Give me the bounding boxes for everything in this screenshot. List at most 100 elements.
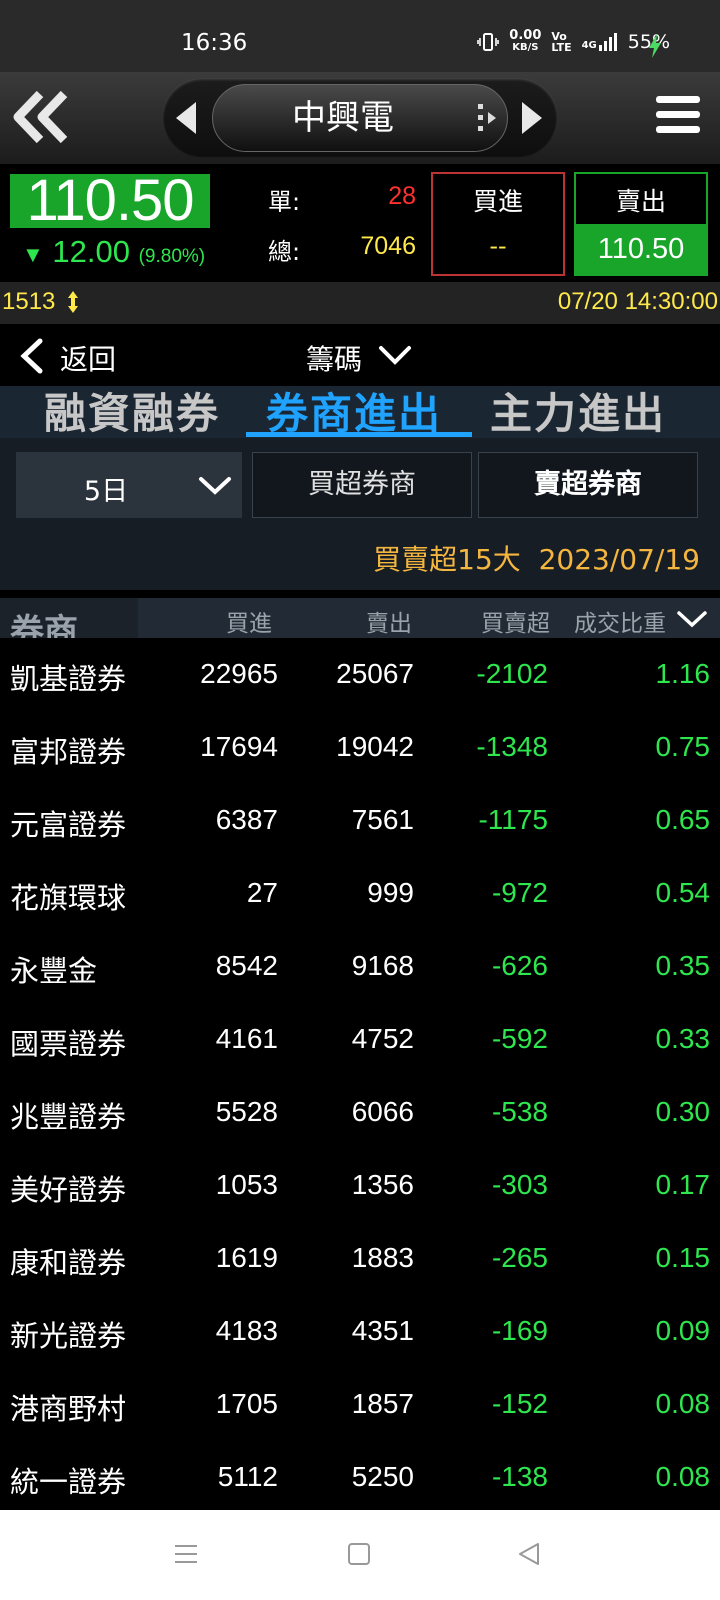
tab-margin-trading[interactable]: 融資融券: [44, 390, 220, 438]
app-header: 中興電: [0, 72, 720, 164]
table-row[interactable]: 凱基證券 22965 25067 -2102 1.16: [0, 638, 720, 712]
caption-title: 買賣超15大: [373, 543, 521, 576]
volume-ratio: 0.09: [655, 1315, 711, 1346]
back-chevron-icon[interactable]: [18, 338, 44, 374]
change-value: 12.00: [52, 234, 130, 269]
volume-ratio: 0.08: [655, 1461, 711, 1492]
volume-ratio: 1.16: [655, 658, 711, 689]
signal-icon: 4G: [582, 33, 618, 51]
sell-volume: 7561: [351, 804, 414, 835]
sell-column-header[interactable]: 賣出: [290, 604, 412, 638]
sell-label: 賣出: [615, 187, 666, 216]
recent-apps-icon[interactable]: [172, 1540, 200, 1568]
next-stock-icon[interactable]: [522, 102, 542, 134]
sell-volume: 4752: [351, 1023, 414, 1054]
broker-name: 花旗環球: [10, 881, 127, 915]
volte-indicator: Vo LTE: [551, 30, 572, 54]
ratio-column-header[interactable]: 成交比重: [558, 604, 666, 638]
stock-code: 1513: [2, 288, 56, 315]
back-icon[interactable]: [516, 1540, 542, 1568]
sell-volume: 4351: [351, 1315, 414, 1346]
status-time: 16:36: [181, 30, 248, 56]
volume-ratio: 0.75: [655, 731, 711, 762]
tab-broker-flow[interactable]: 券商進出: [266, 390, 442, 438]
net-volume: -265: [491, 1242, 548, 1273]
table-row[interactable]: 新光證券 4183 4351 -169 0.09: [0, 1295, 720, 1369]
chevron-down-icon[interactable]: [676, 610, 708, 628]
net-speed: 0.00 KB/S: [509, 28, 542, 53]
sell-order-button[interactable]: 賣出 110.50: [574, 172, 708, 276]
buy-volume: 6387: [215, 804, 278, 835]
ranking-caption: 買賣超15大 2023/07/19: [373, 538, 700, 578]
broker-name: 美好證券: [10, 1173, 127, 1207]
up-down-arrows-icon: [68, 291, 78, 313]
volume-ratio: 0.30: [655, 1096, 711, 1127]
table-row[interactable]: 元富證券 6387 7561 -1175 0.65: [0, 784, 720, 858]
table-row[interactable]: 國票證券 4161 4752 -592 0.33: [0, 1003, 720, 1077]
sell-top-brokers-button[interactable]: 賣超券商: [478, 452, 698, 518]
volume-ratio: 0.33: [655, 1023, 711, 1054]
net-volume: -169: [491, 1315, 548, 1346]
quote-datetime: 07/20 14:30:00: [557, 288, 718, 315]
net-volume: -592: [491, 1023, 548, 1054]
volume-ratio: 0.65: [655, 804, 711, 835]
filter-panel: 5日 買超券商 賣超券商 買賣超15大 2023/07/19: [0, 438, 720, 590]
single-volume-value: 28: [388, 182, 416, 210]
buy-volume: 27: [246, 877, 278, 908]
buy-volume: 4161: [215, 1023, 278, 1054]
chevron-down-icon[interactable]: [378, 344, 412, 366]
net-column-header[interactable]: 買賣超: [440, 604, 550, 638]
sell-volume: 6066: [351, 1096, 414, 1127]
table-row[interactable]: 康和證券 1619 1883 -265 0.15: [0, 1222, 720, 1296]
buy-order-button[interactable]: 買進 --: [431, 172, 565, 276]
buy-volume: 1619: [215, 1242, 278, 1273]
quote-panel: 110.50 ▼ 12.00 (9.80%) 單: 28 總: 7046 買進 …: [0, 164, 720, 282]
net-volume: -152: [491, 1388, 548, 1419]
buy-volume: 17694: [200, 731, 278, 762]
caption-date: 2023/07/19: [538, 543, 700, 576]
sell-volume: 1356: [351, 1169, 414, 1200]
broker-column-header: 券商: [0, 598, 138, 638]
period-value: 5日: [83, 476, 129, 507]
volume-ratio: 0.08: [655, 1388, 711, 1419]
tab-bar: 融資融券 券商進出 主力進出: [0, 386, 720, 438]
drag-handle-icon[interactable]: [476, 102, 500, 134]
table-row[interactable]: 富邦證券 17694 19042 -1348 0.75: [0, 711, 720, 785]
buy-volume: 22965: [200, 658, 278, 689]
table-header: 券商 買進 賣出 買賣超 成交比重: [0, 598, 720, 638]
chevron-down-icon: [199, 477, 231, 495]
back-button[interactable]: 返回: [60, 338, 116, 378]
volume-ratio: 0.54: [655, 877, 711, 908]
net-volume: -2102: [476, 658, 548, 689]
buy-volume: 1705: [215, 1388, 278, 1419]
broker-name: 國票證券: [10, 1027, 127, 1061]
stock-name[interactable]: 中興電: [212, 84, 474, 152]
table-row[interactable]: 永豐金 8542 9168 -626 0.35: [0, 930, 720, 1004]
broker-name: 新光證券: [10, 1319, 127, 1353]
vibrate-icon: [477, 33, 500, 51]
table-row[interactable]: 美好證券 1053 1356 -303 0.17: [0, 1149, 720, 1223]
double-chevron-back-icon[interactable]: [10, 86, 72, 148]
volume-ratio: 0.35: [655, 950, 711, 981]
total-volume-label: 總:: [268, 238, 301, 266]
volume-ratio: 0.17: [655, 1169, 711, 1200]
tab-main-force[interactable]: 主力進出: [490, 390, 666, 438]
sub-navigation: 返回 籌碼: [0, 324, 720, 386]
home-icon[interactable]: [346, 1540, 372, 1568]
system-navigation-bar: [0, 1510, 720, 1600]
net-volume: -626: [491, 950, 548, 981]
table-row[interactable]: 兆豐證券 5528 6066 -538 0.30: [0, 1076, 720, 1150]
table-row[interactable]: 花旗環球 27 999 -972 0.54: [0, 857, 720, 931]
prev-stock-icon[interactable]: [176, 102, 196, 134]
broker-name: 康和證券: [10, 1246, 127, 1280]
table-row[interactable]: 統一證券 5112 5250 -138 0.08: [0, 1441, 720, 1515]
period-select[interactable]: 5日: [16, 452, 242, 518]
sell-volume: 25067: [336, 658, 414, 689]
sell-volume: 5250: [351, 1461, 414, 1492]
buy-top-brokers-button[interactable]: 買超券商: [252, 452, 472, 518]
table-row[interactable]: 港商野村 1705 1857 -152 0.08: [0, 1368, 720, 1442]
hamburger-menu-icon[interactable]: [656, 96, 700, 140]
broker-name: 永豐金: [10, 954, 98, 988]
section-dropdown[interactable]: 籌碼: [306, 338, 362, 378]
buy-column-header[interactable]: 買進: [160, 604, 272, 638]
